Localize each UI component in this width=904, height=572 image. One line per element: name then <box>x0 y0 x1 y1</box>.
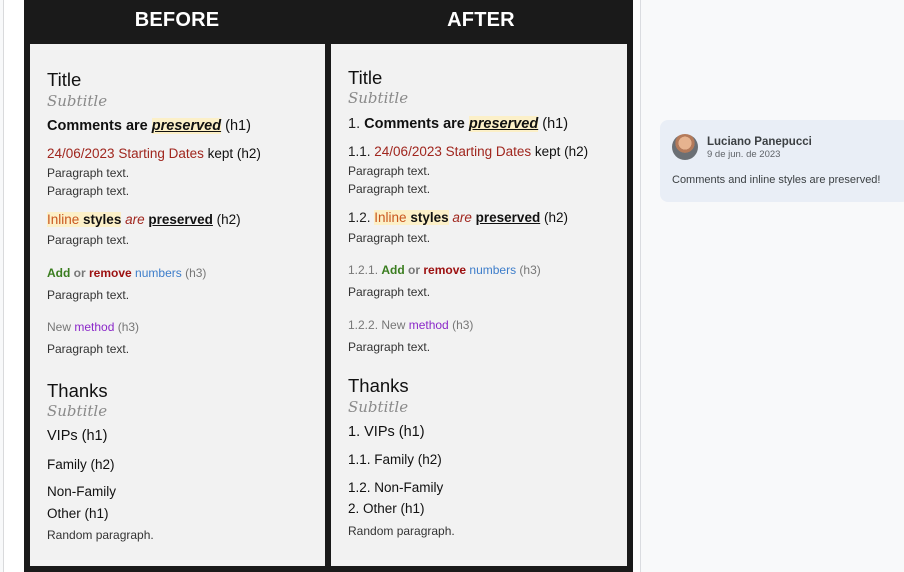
before-panel: Title Subtitle Comments are preserved (h… <box>30 44 325 566</box>
heading-text: Comments are <box>47 118 152 134</box>
paragraph: Paragraph text. <box>348 285 431 299</box>
comment-date: 9 de jun. de 2023 <box>707 149 781 160</box>
method-text: method <box>408 318 449 332</box>
page-right-edge <box>640 0 641 572</box>
remove-text: remove <box>423 263 467 277</box>
heading-tag: kept (h2) <box>203 146 261 161</box>
paragraph: Paragraph text. <box>47 184 130 198</box>
heading-number: 1.1. <box>348 144 375 159</box>
after-thanks: Thanks <box>348 375 409 396</box>
before-heading-3b: New method (h3) <box>47 320 139 334</box>
method-text: method <box>74 320 115 334</box>
preserved-text: preserved <box>468 116 539 132</box>
after-heading-2: 1.1. 24/06/2023 Starting Dates kept (h2) <box>348 144 588 159</box>
random-paragraph: Random paragraph. <box>348 524 455 538</box>
heading-number: 1. <box>348 116 365 132</box>
date-text: 24/06/2023 Starting Dates <box>374 144 532 159</box>
after-nonfamily: 1.2. Non-Family <box>348 480 444 495</box>
or-text: or <box>404 263 424 277</box>
before-nonfamily: Non-Family <box>47 484 117 499</box>
comment-author: Luciano Panepucci <box>707 136 812 148</box>
add-text: Add <box>47 266 71 280</box>
inline-text: Inline <box>47 212 80 227</box>
styles-text: styles <box>410 210 449 225</box>
after-heading-2b: 1.2. Inline styles are preserved (h2) <box>348 210 568 225</box>
comment-text: Comments and inline styles are preserved… <box>672 174 881 186</box>
before-heading-3: Add or remove numbers (h3) <box>47 266 206 280</box>
after-family: 1.1. Family (h2) <box>348 452 442 467</box>
after-heading-3: 1.2.1. Add or remove numbers (h3) <box>348 263 541 277</box>
heading-text: Comments are <box>364 116 469 132</box>
heading-tag: (h3) <box>516 263 541 277</box>
before-header: BEFORE <box>134 9 220 31</box>
paragraph: Paragraph text. <box>348 164 431 178</box>
before-vips: VIPs (h1) <box>47 428 108 444</box>
heading-tag: (h3) <box>114 320 140 334</box>
heading-number: 1.2.2. <box>348 318 382 332</box>
after-subtitle: Subtitle <box>348 89 409 107</box>
before-heading-2b: Inline styles are preserved (h2) <box>47 212 241 227</box>
paragraph: Paragraph text. <box>348 340 431 354</box>
after-heading-1: 1. Comments are preserved (h1) <box>348 116 568 132</box>
heading-tag: (h1) <box>221 118 251 134</box>
inline-text: Inline <box>374 210 407 225</box>
styles-text: styles <box>83 212 122 227</box>
after-panel: Title Subtitle 1. Comments are preserved… <box>331 44 627 566</box>
comment-card[interactable]: Luciano Panepucci 9 de jun. de 2023 Comm… <box>660 120 904 202</box>
heading-tag: (h2) <box>540 210 568 225</box>
after-other: 2. Other (h1) <box>348 501 425 516</box>
heading-number: 1.2.1. <box>348 263 382 277</box>
before-family: Family (h2) <box>47 457 115 472</box>
before-subtitle-2: Subtitle <box>47 402 108 420</box>
heading-tag: (h3) <box>448 318 474 332</box>
random-paragraph: Random paragraph. <box>47 528 154 542</box>
after-title: Title <box>348 67 383 88</box>
new-text: New <box>47 320 75 334</box>
are-text: are <box>125 212 145 227</box>
comparison-image: BEFORE AFTER Title Subtitle Comments are… <box>24 0 633 572</box>
new-text: New <box>381 318 409 332</box>
after-subtitle-2: Subtitle <box>348 398 409 416</box>
remove-text: remove <box>89 266 132 280</box>
numbers-text: numbers <box>469 263 517 277</box>
before-thanks: Thanks <box>47 380 108 401</box>
after-vips: 1. VIPs (h1) <box>348 424 425 440</box>
after-heading-3b: 1.2.2. New method (h3) <box>348 318 473 332</box>
avatar[interactable] <box>672 134 698 160</box>
paragraph: Paragraph text. <box>348 231 431 245</box>
preserved-text: preserved <box>475 210 541 225</box>
heading-number: 1.2. <box>348 210 375 225</box>
paragraph: Paragraph text. <box>348 182 431 196</box>
add-text: Add <box>381 263 405 277</box>
before-title: Title <box>47 69 82 90</box>
before-heading-1: Comments are preserved (h1) <box>47 118 251 134</box>
or-text: or <box>70 266 89 280</box>
heading-tag: (h3) <box>181 266 207 280</box>
date-text: 24/06/2023 Starting Dates <box>47 146 204 161</box>
before-heading-2: 24/06/2023 Starting Dates kept (h2) <box>47 146 261 161</box>
heading-tag: kept (h2) <box>531 144 589 159</box>
paragraph: Paragraph text. <box>47 342 130 356</box>
before-other: Other (h1) <box>47 506 109 521</box>
preserved-text: preserved <box>148 212 213 227</box>
heading-tag: (h2) <box>212 212 241 227</box>
after-header: AFTER <box>447 9 515 31</box>
are-text: are <box>452 210 472 225</box>
before-subtitle: Subtitle <box>47 92 108 110</box>
numbers-text: numbers <box>135 266 182 280</box>
paragraph: Paragraph text. <box>47 288 130 302</box>
preserved-text: preserved <box>151 118 222 134</box>
paragraph: Paragraph text. <box>47 233 130 247</box>
paragraph: Paragraph text. <box>47 166 130 180</box>
heading-tag: (h1) <box>538 116 569 132</box>
